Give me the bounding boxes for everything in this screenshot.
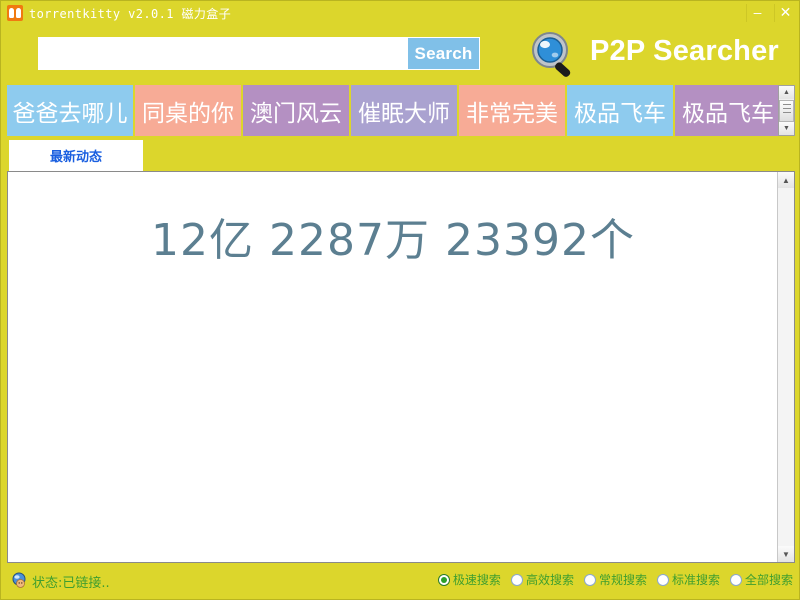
brand: P2P Searcher xyxy=(528,29,788,79)
hot-tag-3[interactable]: 催眠大师 xyxy=(351,85,459,136)
status-text: 状态:已链接.. xyxy=(32,576,110,591)
content-body: 12亿 2287万 23392个 xyxy=(8,172,778,562)
status-bar: 状态:已链接.. 极速搜索 高效搜索 常规搜索 标准搜索 全部搜索 xyxy=(7,567,795,593)
search-mode-label: 全部搜索 xyxy=(744,573,793,587)
brand-title: P2P Searcher xyxy=(590,35,779,67)
scrollbar-thumb[interactable] xyxy=(779,100,794,122)
cat-icon xyxy=(7,5,23,21)
hot-tag-2[interactable]: 澳门风云 xyxy=(243,85,351,136)
search-mode-label: 标准搜索 xyxy=(671,573,720,587)
search-mode-label: 高效搜索 xyxy=(525,573,574,587)
search-bar: Search xyxy=(38,37,480,70)
search-input[interactable] xyxy=(39,38,410,69)
hot-tag-label: 澳门风云 xyxy=(250,100,342,127)
radio-dot-icon[interactable] xyxy=(510,573,523,586)
hot-tag-bar: 爸爸去哪儿 同桌的你 澳门风云 催眠大师 非常完美 极品飞车 极品飞车 ▲ ▼ xyxy=(7,85,795,136)
search-mode-group: 极速搜索 高效搜索 常规搜索 标准搜索 全部搜索 xyxy=(437,571,793,588)
search-mode-radio-0[interactable]: 极速搜索 xyxy=(437,571,501,588)
hot-tag-label: 极品飞车 xyxy=(682,100,774,127)
content-scrollbar[interactable]: ▲ ▼ xyxy=(777,172,794,562)
radio-dot-icon[interactable] xyxy=(583,573,596,586)
close-button[interactable]: ✕ xyxy=(774,4,796,22)
tab-strip: 最新动态 xyxy=(7,140,795,171)
radio-dot-icon[interactable] xyxy=(729,573,742,586)
search-mode-label: 极速搜索 xyxy=(452,573,501,587)
search-mode-label: 常规搜索 xyxy=(598,573,647,587)
connection-icon xyxy=(12,572,26,588)
scroll-down-icon[interactable]: ▼ xyxy=(779,122,794,135)
hot-tag-label: 非常完美 xyxy=(466,100,558,127)
hot-tag-0[interactable]: 爸爸去哪儿 xyxy=(7,85,135,136)
tag-bar-scrollbar[interactable]: ▲ ▼ xyxy=(778,85,795,136)
tab-latest-news[interactable]: 最新动态 xyxy=(9,140,143,171)
minimize-button[interactable]: – xyxy=(746,4,768,22)
hot-tag-6[interactable]: 极品飞车 xyxy=(675,85,783,136)
content-panel: 12亿 2287万 23392个 ▲ ▼ xyxy=(7,171,795,563)
content-scroll-down-icon[interactable]: ▼ xyxy=(778,546,794,562)
hot-tag-label: 催眠大师 xyxy=(358,100,450,127)
hot-tag-1[interactable]: 同桌的你 xyxy=(135,85,243,136)
radio-dot-icon[interactable] xyxy=(437,573,450,586)
window-title: torrentkitty v2.0.1 磁力盒子 xyxy=(29,7,232,21)
search-mode-radio-1[interactable]: 高效搜索 xyxy=(510,571,574,588)
app-window: torrentkitty v2.0.1 磁力盒子 – ✕ Search P2P … xyxy=(0,0,800,600)
scroll-up-icon[interactable]: ▲ xyxy=(779,86,794,99)
search-mode-radio-2[interactable]: 常规搜索 xyxy=(583,571,647,588)
search-mode-radio-3[interactable]: 标准搜索 xyxy=(656,571,720,588)
title-bar: torrentkitty v2.0.1 磁力盒子 – ✕ xyxy=(1,1,799,25)
hot-tag-label: 爸爸去哪儿 xyxy=(12,100,128,127)
radio-dot-icon[interactable] xyxy=(656,573,669,586)
search-button[interactable]: Search xyxy=(408,38,479,69)
resource-count-text: 12亿 2287万 23392个 xyxy=(151,215,635,266)
hot-tag-label: 同桌的你 xyxy=(142,100,234,127)
search-mode-radio-4[interactable]: 全部搜索 xyxy=(729,571,793,588)
hot-tag-5[interactable]: 极品飞车 xyxy=(567,85,675,136)
hot-tag-label: 极品飞车 xyxy=(574,100,666,127)
content-scroll-up-icon[interactable]: ▲ xyxy=(778,172,794,188)
hot-tag-4[interactable]: 非常完美 xyxy=(459,85,567,136)
magnifier-icon xyxy=(532,32,571,77)
